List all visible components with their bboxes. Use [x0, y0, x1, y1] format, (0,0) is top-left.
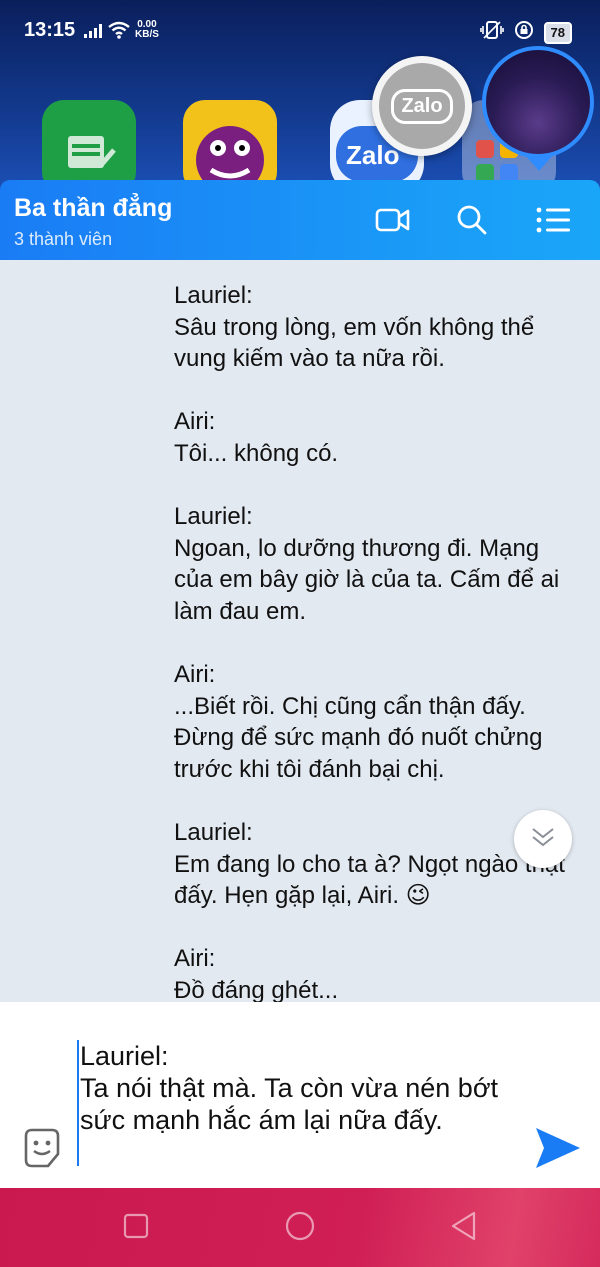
search-button[interactable] — [452, 202, 492, 242]
status-right-group: 78 — [479, 20, 572, 45]
active-chat-head-pointer — [525, 155, 553, 171]
back-icon — [450, 1211, 478, 1246]
sticker-icon — [20, 1128, 64, 1174]
send-button[interactable] — [534, 1126, 582, 1170]
video-call-button[interactable] — [373, 202, 413, 242]
group-avatar-chat-head[interactable] — [482, 46, 594, 158]
net-speed-unit: KB/S — [135, 29, 159, 40]
message-text[interactable]: Lauriel: Sâu trong lòng, em vốn không th… — [174, 280, 574, 1002]
home-button[interactable] — [282, 1210, 318, 1246]
chat-header: Ba thần đẳng 3 thành viên — [0, 180, 600, 260]
message-composer: Lauriel: Ta nói thật mà. Ta còn vừa nén … — [0, 1002, 600, 1188]
video-call-icon — [375, 206, 411, 239]
chat-message-area[interactable]: Lauriel: Sâu trong lòng, em vốn không th… — [0, 260, 600, 1002]
zalo-bubble-inner: Zalo — [379, 63, 465, 149]
chat-options-button[interactable] — [533, 202, 573, 242]
zalo-bubble-label: Zalo — [391, 88, 453, 124]
wifi-icon — [108, 21, 130, 44]
recents-button[interactable] — [118, 1210, 154, 1246]
search-icon — [456, 204, 488, 241]
message-input[interactable]: Lauriel: Ta nói thật mà. Ta còn vừa nén … — [77, 1040, 520, 1166]
sticker-button[interactable] — [20, 1126, 64, 1170]
status-time: 13:15 — [24, 19, 76, 41]
zalo-chat-head-bubble[interactable]: Zalo — [372, 56, 472, 156]
chat-title[interactable]: Ba thần đẳng — [14, 194, 172, 223]
net-speed: 0.00 KB/S — [135, 20, 159, 40]
scroll-to-bottom-button[interactable] — [514, 810, 572, 868]
home-icon — [284, 1210, 316, 1247]
system-navigation-bar — [0, 1188, 600, 1267]
chevron-double-down-icon — [530, 826, 556, 853]
send-icon — [534, 1128, 582, 1174]
back-button[interactable] — [446, 1210, 482, 1246]
menu-list-icon — [536, 206, 570, 239]
rotation-lock-icon — [514, 20, 534, 45]
recents-icon — [123, 1213, 149, 1244]
battery-indicator: 78 — [543, 21, 572, 44]
chat-member-count: 3 thành viên — [14, 229, 113, 249]
signal-icon — [84, 24, 104, 43]
vibrate-icon — [479, 20, 504, 45]
